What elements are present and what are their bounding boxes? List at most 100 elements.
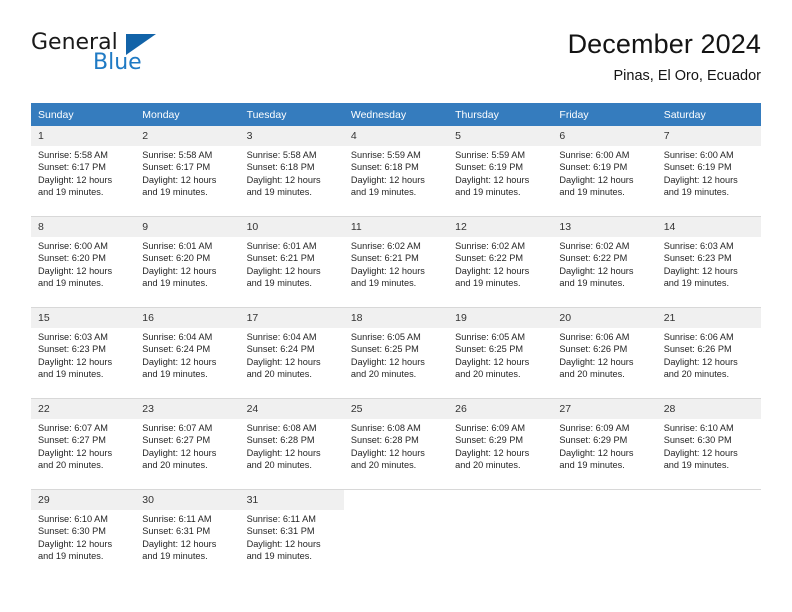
- sunrise-text: Sunrise: 6:07 AM: [142, 423, 213, 433]
- daylight-text-line2: and 19 minutes.: [559, 278, 625, 289]
- daylight-text-line2: and 20 minutes.: [455, 460, 521, 471]
- daylight-text-line2: and 20 minutes.: [559, 369, 625, 380]
- day-details: Sunrise: 6:02 AM Sunset: 6:22 PM Daylight:…: [552, 237, 656, 290]
- day-cell[interactable]: 22 Sunrise: 6:07 AM Sunset: 6:27 PM Dayligh…: [31, 398, 136, 483]
- day-cell[interactable]: 16 Sunrise: 6:04 AM Sunset: 6:24 PM Dayligh…: [135, 307, 240, 392]
- weekday-header-friday: Friday: [552, 103, 657, 126]
- general-blue-logo[interactable]: General Blue: [31, 32, 211, 88]
- logo-text-blue: Blue: [93, 50, 142, 75]
- day-cell[interactable]: 9 Sunrise: 6:01 AM Sunset: 6:20 PM Daylight…: [135, 216, 240, 301]
- day-cell[interactable]: 29 Sunrise: 6:10 AM Sunset: 6:30 PM Dayligh…: [31, 489, 136, 574]
- day-cell[interactable]: 6 Sunrise: 6:00 AM Sunset: 6:19 PM Daylight…: [552, 126, 657, 210]
- sunset-text: Sunset: 6:28 PM: [246, 435, 315, 446]
- day-cell[interactable]: 27 Sunrise: 6:09 AM Sunset: 6:29 PM Dayligh…: [552, 398, 657, 483]
- day-number: 24: [239, 399, 344, 419]
- daylight-text-line1: Daylight: 12 hours: [38, 356, 113, 367]
- day-cell[interactable]: 26 Sunrise: 6:09 AM Sunset: 6:29 PM Dayligh…: [448, 398, 553, 483]
- day-cell[interactable]: 11 Sunrise: 6:02 AM Sunset: 6:21 PM Dayligh…: [343, 216, 449, 301]
- sunrise-text: Sunrise: 6:03 AM: [38, 332, 108, 342]
- day-number: [448, 490, 553, 510]
- day-cell[interactable]: 5 Sunrise: 5:59 AM Sunset: 6:19 PM Daylight…: [448, 126, 553, 210]
- weekday-header-monday: Monday: [135, 103, 240, 126]
- day-cell[interactable]: 30 Sunrise: 6:11 AM Sunset: 6:31 PM Dayligh…: [135, 489, 240, 574]
- day-details: Sunrise: 6:04 AM Sunset: 6:24 PM Daylight:…: [135, 328, 239, 381]
- sunrise-text: Sunrise: 6:00 AM: [559, 150, 630, 160]
- day-details: Sunrise: 6:07 AM Sunset: 6:27 PM Daylight:…: [31, 419, 135, 472]
- sunset-text: Sunset: 6:21 PM: [246, 253, 315, 264]
- day-cell[interactable]: 19 Sunrise: 6:05 AM Sunset: 6:25 PM Dayligh…: [448, 307, 553, 392]
- day-cell[interactable]: 31 Sunrise: 6:11 AM Sunset: 6:31 PM Dayligh…: [239, 489, 344, 574]
- daylight-text-line2: and 19 minutes.: [455, 187, 521, 198]
- sunrise-text: Sunrise: 6:08 AM: [246, 423, 317, 433]
- daylight-text-line1: Daylight: 12 hours: [663, 265, 738, 276]
- daylight-text-line2: and 20 minutes.: [350, 460, 417, 471]
- day-cell[interactable]: 14 Sunrise: 6:03 AM Sunset: 6:23 PM Dayligh…: [656, 216, 761, 301]
- sunset-text: Sunset: 6:31 PM: [246, 526, 315, 537]
- day-number: [343, 490, 449, 510]
- daylight-text-line1: Daylight: 12 hours: [559, 265, 634, 276]
- sunset-text: Sunset: 6:21 PM: [350, 253, 419, 264]
- sunrise-text: Sunrise: 6:00 AM: [663, 150, 734, 160]
- day-number: 1: [31, 126, 136, 146]
- sunrise-text: Sunrise: 6:01 AM: [246, 241, 317, 251]
- day-number: 23: [135, 399, 240, 419]
- daylight-text-line1: Daylight: 12 hours: [559, 174, 634, 185]
- sunset-text: Sunset: 6:17 PM: [38, 162, 106, 173]
- day-details: Sunrise: 5:58 AM Sunset: 6:18 PM Daylight:…: [240, 146, 344, 199]
- day-details: Sunrise: 6:05 AM Sunset: 6:25 PM Daylight:…: [448, 328, 552, 381]
- sunset-text: Sunset: 6:20 PM: [38, 253, 106, 264]
- day-details: Sunrise: 6:02 AM Sunset: 6:21 PM Daylight:…: [344, 237, 448, 290]
- sunrise-text: Sunrise: 5:58 AM: [142, 150, 213, 160]
- title-block: December 2024 Pinas, El Oro, Ecuador: [568, 28, 761, 86]
- day-cell[interactable]: 20 Sunrise: 6:06 AM Sunset: 6:26 PM Dayligh…: [552, 307, 657, 392]
- daylight-text-line1: Daylight: 12 hours: [246, 356, 321, 367]
- sunrise-text: Sunrise: 6:09 AM: [455, 423, 526, 433]
- daylight-text-line2: and 19 minutes.: [559, 187, 625, 198]
- day-details: Sunrise: 6:01 AM Sunset: 6:20 PM Daylight:…: [135, 237, 239, 290]
- day-cell[interactable]: 1 Sunrise: 5:58 AM Sunset: 6:17 PM Daylight…: [31, 126, 136, 210]
- day-cell[interactable]: 2 Sunrise: 5:58 AM Sunset: 6:17 PM Daylight…: [135, 126, 240, 210]
- sunrise-text: Sunrise: 6:10 AM: [663, 423, 734, 433]
- daylight-text-line1: Daylight: 12 hours: [142, 356, 217, 367]
- week-row: 8 Sunrise: 6:00 AM Sunset: 6:20 PM Daylight…: [31, 216, 761, 301]
- sunset-text: Sunset: 6:30 PM: [663, 435, 732, 446]
- sunset-text: Sunset: 6:24 PM: [142, 344, 211, 355]
- daylight-text-line1: Daylight: 12 hours: [350, 174, 425, 185]
- day-cell[interactable]: 18 Sunrise: 6:05 AM Sunset: 6:25 PM Dayligh…: [343, 307, 449, 392]
- day-cell[interactable]: 10 Sunrise: 6:01 AM Sunset: 6:21 PM Dayligh…: [239, 216, 344, 301]
- day-cell[interactable]: 15 Sunrise: 6:03 AM Sunset: 6:23 PM Dayligh…: [31, 307, 136, 392]
- week-row: 1 Sunrise: 5:58 AM Sunset: 6:17 PM Daylight…: [31, 126, 761, 210]
- day-details: Sunrise: 6:03 AM Sunset: 6:23 PM Daylight:…: [657, 237, 761, 290]
- day-details: Sunrise: 6:07 AM Sunset: 6:27 PM Daylight:…: [135, 419, 239, 472]
- daylight-text-line2: and 19 minutes.: [38, 551, 104, 562]
- sunrise-text: Sunrise: 5:58 AM: [246, 150, 317, 160]
- daylight-text-line1: Daylight: 12 hours: [350, 356, 425, 367]
- day-cell[interactable]: 21 Sunrise: 6:06 AM Sunset: 6:26 PM Dayligh…: [656, 307, 761, 392]
- daylight-text-line1: Daylight: 12 hours: [246, 538, 321, 549]
- sunset-text: Sunset: 6:20 PM: [142, 253, 211, 264]
- day-details: Sunrise: 6:04 AM Sunset: 6:24 PM Daylight:…: [240, 328, 344, 381]
- daylight-text-line2: and 19 minutes.: [142, 551, 208, 562]
- week-row: 22 Sunrise: 6:07 AM Sunset: 6:27 PM Dayligh…: [31, 398, 761, 483]
- day-cell[interactable]: 23 Sunrise: 6:07 AM Sunset: 6:27 PM Dayligh…: [135, 398, 240, 483]
- page-header: General Blue December 2024 Pinas, El Oro…: [31, 28, 761, 98]
- daylight-text-line1: Daylight: 12 hours: [38, 538, 113, 549]
- sunrise-text: Sunrise: 6:04 AM: [142, 332, 213, 342]
- day-cell[interactable]: 28 Sunrise: 6:10 AM Sunset: 6:30 PM Dayligh…: [656, 398, 761, 483]
- daylight-text-line2: and 19 minutes.: [142, 369, 208, 380]
- day-cell[interactable]: 8 Sunrise: 6:00 AM Sunset: 6:20 PM Daylight…: [31, 216, 136, 301]
- day-cell[interactable]: 3 Sunrise: 5:58 AM Sunset: 6:18 PM Daylight…: [239, 126, 344, 210]
- day-cell[interactable]: 25 Sunrise: 6:08 AM Sunset: 6:28 PM Dayligh…: [343, 398, 449, 483]
- day-cell[interactable]: 13 Sunrise: 6:02 AM Sunset: 6:22 PM Dayligh…: [552, 216, 657, 301]
- day-cell[interactable]: 24 Sunrise: 6:08 AM Sunset: 6:28 PM Dayligh…: [239, 398, 344, 483]
- sunrise-text: Sunrise: 6:05 AM: [350, 332, 421, 342]
- day-cell[interactable]: 4 Sunrise: 5:59 AM Sunset: 6:18 PM Daylight…: [343, 126, 449, 210]
- day-cell[interactable]: 7 Sunrise: 6:00 AM Sunset: 6:19 PM Daylight…: [656, 126, 761, 210]
- sunset-text: Sunset: 6:22 PM: [559, 253, 628, 264]
- day-cell[interactable]: 17 Sunrise: 6:04 AM Sunset: 6:24 PM Dayligh…: [239, 307, 344, 392]
- sunrise-text: Sunrise: 5:58 AM: [38, 150, 108, 160]
- sunset-text: Sunset: 6:31 PM: [142, 526, 211, 537]
- weekday-header-wednesday: Wednesday: [343, 103, 449, 126]
- day-cell[interactable]: 12 Sunrise: 6:02 AM Sunset: 6:22 PM Dayligh…: [448, 216, 553, 301]
- sunrise-text: Sunrise: 6:00 AM: [38, 241, 108, 251]
